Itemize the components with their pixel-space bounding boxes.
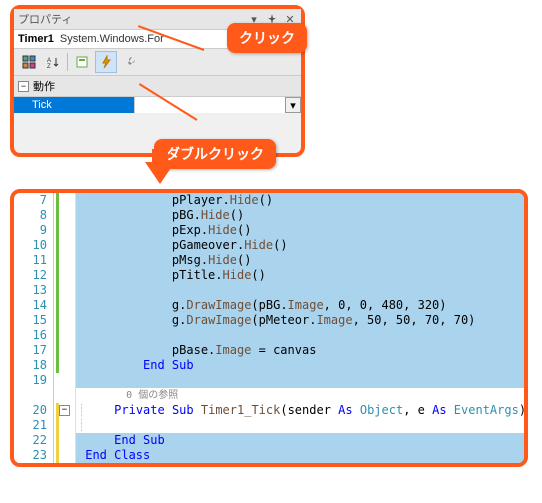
code-text[interactable]: ┊ pMsg.Hide() — [76, 253, 524, 268]
line-number: 18 — [14, 358, 54, 373]
line-number: 12 — [14, 268, 54, 283]
chevron-down-icon[interactable]: ▾ — [285, 97, 301, 113]
code-line[interactable]: 23 ┊End Class — [14, 448, 524, 463]
code-text[interactable]: ┊ — [76, 373, 524, 388]
editor-margin — [54, 313, 76, 328]
editor-margin — [54, 268, 76, 283]
line-number: 11 — [14, 253, 54, 268]
object-type: System.Windows.For — [60, 33, 164, 45]
events-icon[interactable] — [95, 51, 117, 73]
alphabetical-icon[interactable]: AZ — [42, 51, 64, 73]
editor-margin — [54, 283, 76, 298]
line-number: 22 — [14, 433, 54, 448]
code-line[interactable]: 18 ┊ End Sub — [14, 358, 524, 373]
callout-click: クリック — [227, 23, 307, 53]
code-text[interactable]: ┊ pExp.Hide() — [76, 223, 524, 238]
line-number: 14 — [14, 298, 54, 313]
code-line[interactable]: 22 ┊ End Sub — [14, 433, 524, 448]
editor-margin — [54, 298, 76, 313]
code-text[interactable]: ┊ pGameover.Hide() — [76, 238, 524, 253]
editor-margin: − — [54, 403, 76, 418]
code-text[interactable]: ┊ Private Sub Timer1_Tick(sender As Obje… — [76, 403, 524, 418]
separator — [67, 53, 68, 71]
code-text[interactable]: ┊ — [76, 328, 524, 343]
editor-margin — [54, 193, 76, 208]
code-line[interactable]: 16 ┊ — [14, 328, 524, 343]
line-number: 17 — [14, 343, 54, 358]
editor-margin — [54, 358, 76, 373]
fold-icon[interactable]: − — [59, 405, 70, 416]
editor-margin — [54, 208, 76, 223]
wrench-icon[interactable] — [119, 51, 141, 73]
editor-margin — [54, 223, 76, 238]
editor-margin — [54, 253, 76, 268]
line-number: 15 — [14, 313, 54, 328]
code-text[interactable]: ┊ pBG.Hide() — [76, 208, 524, 223]
line-number: 7 — [14, 193, 54, 208]
code-text[interactable]: ┊End Class — [76, 448, 524, 463]
editor-margin — [54, 418, 76, 433]
editor-margin — [54, 328, 76, 343]
line-number: 20 — [14, 403, 54, 418]
code-text[interactable]: ┊ — [76, 418, 524, 433]
flow-arrow-icon — [145, 162, 175, 184]
editor-margin — [54, 448, 76, 463]
code-text[interactable]: ┊ g.DrawImage(pMeteor.Image, 50, 50, 70,… — [76, 313, 524, 328]
code-line[interactable]: 15 ┊ g.DrawImage(pMeteor.Image, 50, 50, 7… — [14, 313, 524, 328]
line-number: 10 — [14, 238, 54, 253]
editor-margin — [54, 373, 76, 388]
property-value[interactable]: ▾ — [134, 97, 301, 113]
code-line[interactable]: 11 ┊ pMsg.Hide() — [14, 253, 524, 268]
code-text[interactable]: ┊ pTitle.Hide() — [76, 268, 524, 283]
code-line[interactable]: 14 ┊ g.DrawImage(pBG.Image, 0, 0, 480, 32… — [14, 298, 524, 313]
properties-panel: プロパティ ▾ ✕ Timer1 System.Windows.For ▾ AZ… — [10, 5, 305, 157]
code-line[interactable]: 20−┊ Private Sub Timer1_Tick(sender As O… — [14, 403, 524, 418]
code-line[interactable]: 12 ┊ pTitle.Hide() — [14, 268, 524, 283]
code-text[interactable]: ┊ End Sub — [76, 358, 524, 373]
code-line[interactable]: 10 ┊ pGameover.Hide() — [14, 238, 524, 253]
category-label: 動作 — [33, 78, 55, 94]
editor-margin — [54, 238, 76, 253]
editor-margin — [54, 433, 76, 448]
line-number: 23 — [14, 448, 54, 463]
code-line[interactable]: 19 ┊ — [14, 373, 524, 388]
reference-annotation: 0 個の参照 — [14, 388, 524, 403]
panel-title: プロパティ — [18, 11, 243, 27]
code-text[interactable]: ┊ pBase.Image = canvas — [76, 343, 524, 358]
code-line[interactable]: 8 ┊ pBG.Hide() — [14, 208, 524, 223]
code-line[interactable]: 7 ┊ pPlayer.Hide() — [14, 193, 524, 208]
line-number: 8 — [14, 208, 54, 223]
line-number: 21 — [14, 418, 54, 433]
properties-icon[interactable] — [71, 51, 93, 73]
code-text[interactable]: ┊ End Sub — [76, 433, 524, 448]
code-line[interactable]: 9 ┊ pExp.Hide() — [14, 223, 524, 238]
code-line[interactable]: 13 ┊ — [14, 283, 524, 298]
property-name: Tick — [14, 97, 134, 113]
line-number: 13 — [14, 283, 54, 298]
code-text[interactable]: ┊ g.DrawImage(pBG.Image, 0, 0, 480, 320) — [76, 298, 524, 313]
code-line[interactable]: 21 ┊ — [14, 418, 524, 433]
line-number: 19 — [14, 373, 54, 388]
line-number: 9 — [14, 223, 54, 238]
line-number: 16 — [14, 328, 54, 343]
code-text[interactable]: ┊ pPlayer.Hide() — [76, 193, 524, 208]
code-text[interactable]: ┊ — [76, 283, 524, 298]
editor-margin — [54, 343, 76, 358]
categorized-icon[interactable] — [18, 51, 40, 73]
code-editor[interactable]: 7 ┊ pPlayer.Hide() 8 ┊ pBG.Hide() 9 ┊ pExp.Hi… — [10, 189, 528, 467]
svg-text:Z: Z — [47, 64, 51, 69]
collapse-icon[interactable]: − — [18, 81, 29, 92]
code-line[interactable]: 17 ┊ pBase.Image = canvas — [14, 343, 524, 358]
property-row-tick[interactable]: Tick ▾ — [14, 97, 301, 113]
object-name: Timer1 — [18, 33, 54, 45]
